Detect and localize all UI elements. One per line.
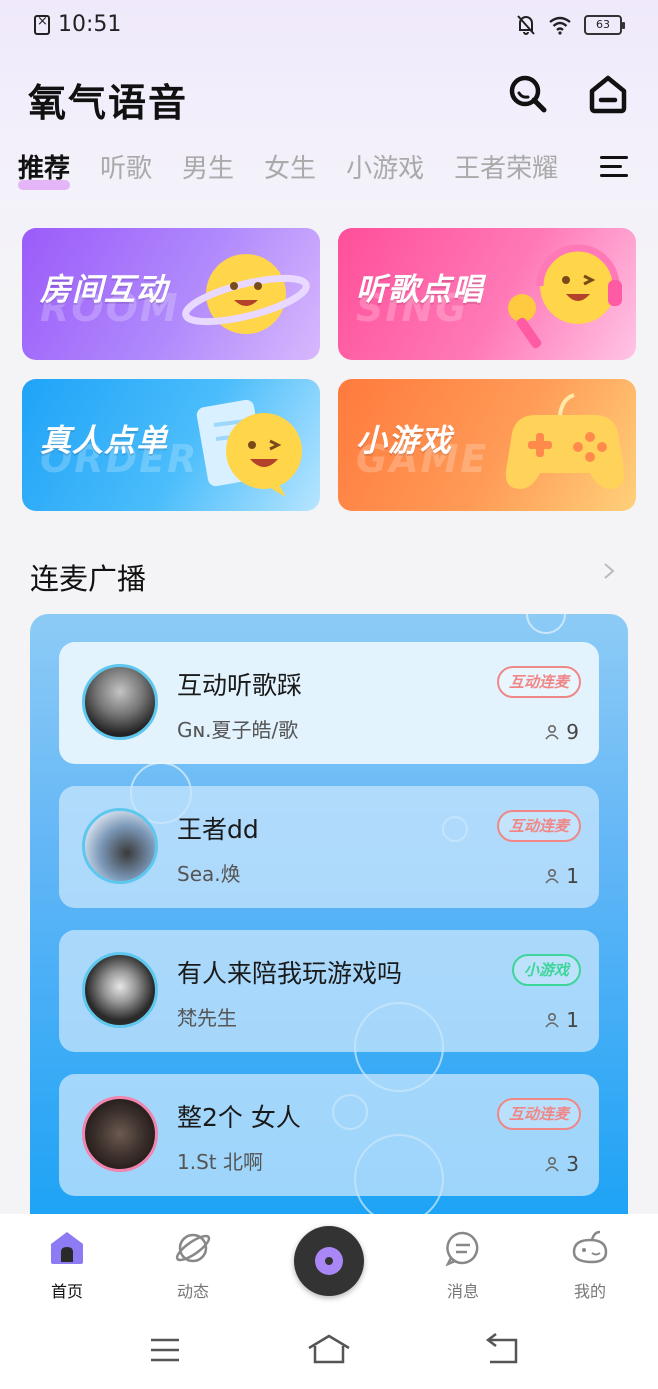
back-icon[interactable] bbox=[480, 1332, 524, 1368]
room-name: 整2个 女人 bbox=[177, 1103, 301, 1132]
room-card[interactable]: 有人来陪我玩游戏吗 梵先生 小游戏 1 bbox=[59, 930, 599, 1052]
card-sing[interactable]: SING 听歌点唱 bbox=[338, 228, 636, 360]
room-card[interactable]: 互动听歌踩 Gɴ.夏子皓/歌 互动连麦 9 bbox=[59, 642, 599, 764]
nav-messages[interactable]: 消息 bbox=[423, 1228, 503, 1302]
room-host: Sea.焕 bbox=[177, 862, 241, 886]
tab-female[interactable]: 女生 bbox=[264, 148, 316, 196]
home-icon bbox=[51, 1232, 83, 1264]
person-icon bbox=[545, 724, 559, 740]
tab-mini-games[interactable]: 小游戏 bbox=[346, 148, 424, 196]
bottom-nav: 首页 动态 消息 我的 bbox=[0, 1214, 658, 1310]
card-room-interaction[interactable]: ROOM 房间互动 bbox=[22, 228, 320, 360]
nav-feed[interactable]: 动态 bbox=[153, 1228, 233, 1302]
nav-profile-label: 我的 bbox=[573, 1282, 606, 1301]
app-title: 氧气语音 bbox=[28, 81, 189, 125]
room-host: 梵先生 bbox=[177, 1006, 237, 1030]
wifi-icon bbox=[549, 16, 571, 35]
avatar bbox=[82, 952, 158, 1028]
system-home-icon[interactable] bbox=[307, 1332, 351, 1368]
card-title: 房间互动 bbox=[40, 272, 168, 308]
listener-count: 3 bbox=[544, 1152, 579, 1176]
room-host: 1.St 北啊 bbox=[177, 1150, 263, 1174]
category-tabs: 推荐 听歌 男生 女生 小游戏 王者荣耀 bbox=[18, 148, 588, 196]
nav-feed-label: 动态 bbox=[176, 1282, 209, 1301]
nav-home-label: 首页 bbox=[50, 1282, 83, 1301]
listener-count-value: 3 bbox=[566, 1152, 579, 1176]
nav-profile[interactable]: 我的 bbox=[550, 1228, 630, 1302]
room-name: 有人来陪我玩游戏吗 bbox=[177, 959, 403, 988]
battery-indicator: 63 bbox=[584, 15, 625, 35]
nav-home[interactable]: 首页 bbox=[27, 1228, 107, 1302]
person-icon bbox=[545, 1156, 559, 1172]
planet-emoji-icon bbox=[182, 254, 310, 334]
card-title: 小游戏 bbox=[356, 423, 452, 459]
no-sim-icon bbox=[34, 14, 50, 35]
card-real-person-order[interactable]: ORDER 真人点单 bbox=[22, 379, 320, 511]
room-name: 王者dd bbox=[177, 815, 259, 844]
listener-count-value: 1 bbox=[566, 864, 579, 888]
menu-icon[interactable] bbox=[143, 1332, 187, 1368]
room-tag: 小游戏 bbox=[511, 954, 581, 986]
house-icon bbox=[589, 75, 627, 114]
listener-count-value: 1 bbox=[566, 1008, 579, 1032]
karaoke-emoji-icon bbox=[508, 244, 622, 349]
gamepad-icon bbox=[505, 393, 625, 489]
chat-bubble-icon bbox=[445, 1231, 479, 1267]
order-emoji-icon bbox=[196, 399, 302, 497]
room-tag: 互动连麦 bbox=[496, 666, 581, 698]
tab-menu-button[interactable] bbox=[600, 156, 628, 182]
card-mini-game[interactable]: GAME 小游戏 bbox=[338, 379, 636, 511]
room-name: 互动听歌踩 bbox=[177, 671, 303, 700]
listener-count: 9 bbox=[544, 720, 579, 744]
decorative-bubble bbox=[526, 614, 566, 634]
section-title-voice-broadcast: 连麦广播 bbox=[30, 562, 147, 596]
nav-messages-label: 消息 bbox=[446, 1282, 479, 1301]
room-card[interactable]: 整2个 女人 1.St 北啊 互动连麦 3 bbox=[59, 1074, 599, 1196]
tab-honor-of-kings[interactable]: 王者荣耀 bbox=[454, 148, 558, 196]
status-right: 63 bbox=[516, 14, 625, 36]
search-icon bbox=[509, 75, 547, 113]
room-card[interactable]: 王者dd Sea.焕 互动连麦 1 bbox=[59, 786, 599, 908]
mute-bell-icon bbox=[517, 15, 535, 35]
person-icon bbox=[545, 868, 559, 884]
status-time: 10:51 bbox=[58, 12, 122, 37]
room-host: Gɴ.夏子皓/歌 bbox=[177, 718, 299, 742]
planet-icon bbox=[175, 1233, 211, 1263]
status-left: 10:51 bbox=[34, 12, 121, 37]
avatar bbox=[82, 664, 158, 740]
card-title: 听歌点唱 bbox=[356, 272, 484, 308]
chevron-right-icon[interactable] bbox=[600, 562, 618, 580]
room-tag: 互动连麦 bbox=[496, 1098, 581, 1130]
status-bar: 10:51 63 bbox=[0, 0, 658, 54]
broadcast-panel: 互动听歌踩 Gɴ.夏子皓/歌 互动连麦 9 王者dd Sea.焕 互动连麦 1 … bbox=[30, 614, 628, 1214]
listener-count: 1 bbox=[544, 1008, 579, 1032]
card-title: 真人点单 bbox=[40, 423, 168, 459]
room-tag: 互动连麦 bbox=[496, 810, 581, 842]
person-icon bbox=[545, 1012, 559, 1028]
system-nav-bar bbox=[0, 1310, 658, 1389]
tab-recommend[interactable]: 推荐 bbox=[18, 148, 71, 196]
whale-icon bbox=[572, 1230, 608, 1264]
avatar bbox=[82, 1096, 158, 1172]
search-button[interactable] bbox=[506, 72, 550, 116]
listener-count: 1 bbox=[544, 864, 579, 888]
room-home-button[interactable] bbox=[586, 72, 630, 116]
avatar bbox=[82, 808, 158, 884]
music-disc-button[interactable] bbox=[294, 1226, 364, 1296]
tab-male[interactable]: 男生 bbox=[182, 148, 234, 196]
listener-count-value: 9 bbox=[566, 720, 579, 744]
tab-music[interactable]: 听歌 bbox=[100, 148, 152, 196]
